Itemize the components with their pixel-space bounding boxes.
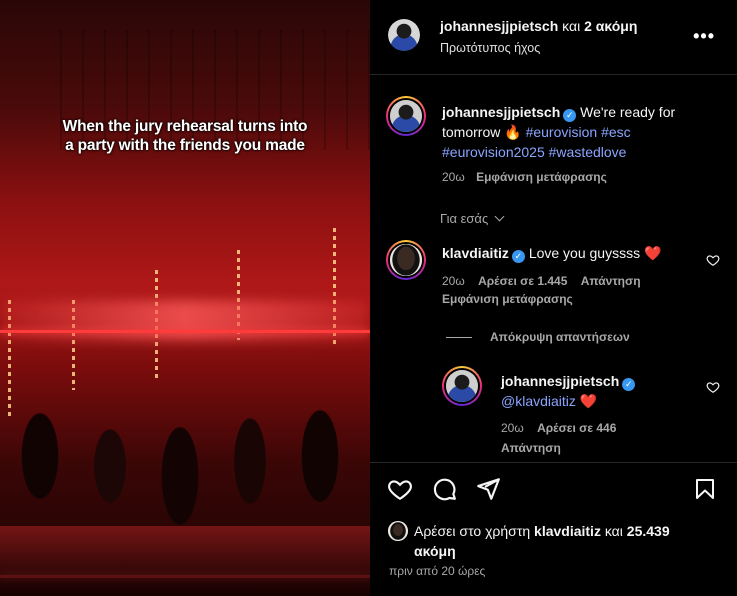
reel-video[interactable]: When the jury rehearsal turns into a par… (0, 0, 370, 596)
likes-joiner: και (604, 523, 623, 539)
comment-translate-link[interactable]: Εμφάνιση μετάφρασης (442, 292, 573, 306)
post-meta: 20ω Εμφάνιση μετάφρασης (442, 170, 607, 184)
comment-time[interactable]: 20ω (442, 274, 465, 288)
hashtag-link[interactable]: #wastedlove (549, 144, 627, 160)
collaborators-link[interactable]: 2 ακόμη (584, 18, 637, 34)
reply-username[interactable]: johannesjjpietsch (501, 373, 619, 389)
bookmark-icon[interactable] (693, 476, 717, 502)
verified-badge-icon: ✓ (563, 109, 577, 122)
chevron-down-icon (494, 211, 505, 222)
actions-divider (370, 462, 737, 463)
comment: klavdiaitiz ✓ Love you guyssss ❤️ (442, 245, 661, 263)
hashtag-link[interactable]: #esc (601, 124, 631, 140)
post-author-avatar[interactable] (386, 96, 426, 136)
heart-icon[interactable] (706, 253, 720, 267)
hashtag-link[interactable]: #eurovision2025 (442, 144, 545, 160)
commenter-avatar[interactable] (386, 240, 426, 280)
post-caption: johannesjjpietsch ✓ We're ready for tomor… (442, 102, 712, 162)
verified-badge-icon: ✓ (622, 378, 636, 391)
heart-icon[interactable] (387, 476, 413, 502)
share-icon[interactable] (475, 476, 501, 502)
post-header: johannesjjpietsch και 2 ακόμη Πρωτότυπος… (370, 0, 737, 75)
reply-emoji: ❤️ (579, 393, 598, 409)
comment-meta: 20ω Αρέσει σε 1.445 Απάντηση (442, 274, 641, 288)
comment-icon[interactable] (431, 476, 457, 502)
reply-link[interactable]: Απάντηση (581, 274, 641, 288)
reply-likes[interactable]: Αρέσει σε 446 (537, 421, 616, 435)
header-joiner: και (562, 18, 581, 34)
video-caption: When the jury rehearsal turns into a par… (62, 118, 308, 154)
hashtag-link[interactable]: #eurovision (526, 124, 598, 140)
likes-prefix: Αρέσει στο χρήστη (414, 523, 531, 539)
replies-divider (446, 337, 472, 338)
post-translate-link[interactable]: Εμφάνιση μετάφρασης (476, 170, 607, 184)
comment-text: Love you guyssss ❤️ (528, 245, 662, 261)
header-usernames: johannesjjpietsch και 2 ακόμη (440, 18, 637, 34)
comment-likes[interactable]: Αρέσει σε 1.445 (478, 274, 567, 288)
hide-replies-link[interactable]: Απόκρυψη απαντήσεων (490, 330, 630, 344)
for-you-toggle[interactable]: Για εσάς (440, 211, 505, 226)
reply-author-avatar[interactable] (442, 366, 482, 406)
comment-username[interactable]: klavdiaitiz (442, 245, 509, 261)
post-panel: johannesjjpietsch και 2 ακόμη Πρωτότυπος… (370, 0, 737, 596)
reply: johannesjjpietsch ✓ (501, 373, 636, 391)
likes-summary[interactable]: Αρέσει στο χρήστη klavdiaitiz και 25.439… (414, 521, 714, 561)
more-horizontal-icon[interactable]: ••• (693, 26, 715, 47)
posted-time[interactable]: πριν από 20 ώρες (389, 564, 485, 578)
liker-avatar[interactable] (388, 521, 408, 541)
likes-suffix: ακόμη (414, 543, 456, 559)
caption-username[interactable]: johannesjjpietsch (442, 104, 560, 120)
verified-badge-icon: ✓ (511, 250, 525, 263)
mention-link[interactable]: @klavdiaitiz (501, 393, 576, 409)
author-username[interactable]: johannesjjpietsch (440, 18, 558, 34)
reply-body: @klavdiaitiz ❤️ (501, 393, 597, 410)
reply-time[interactable]: 20ω (501, 421, 524, 435)
reply-meta: 20ω Αρέσει σε 446 (501, 421, 616, 435)
reply-link[interactable]: Απάντηση (501, 441, 561, 455)
liker-username[interactable]: klavdiaitiz (534, 523, 601, 539)
for-you-label: Για εσάς (440, 211, 489, 226)
author-avatar[interactable] (388, 19, 420, 51)
audio-link[interactable]: Πρωτότυπος ήχος (440, 41, 540, 55)
heart-icon[interactable] (706, 380, 720, 394)
post-time[interactable]: 20ω (442, 170, 465, 184)
likes-count[interactable]: 25.439 (627, 523, 670, 539)
stage-floor (0, 526, 370, 596)
